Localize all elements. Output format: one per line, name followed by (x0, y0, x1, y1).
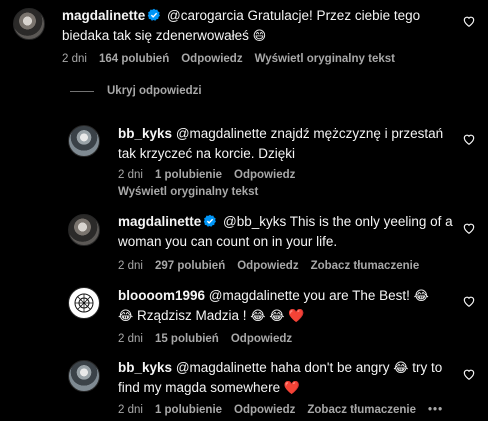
heart-outline-icon (463, 369, 475, 380)
likes-count[interactable]: 1 polubienie (155, 404, 222, 416)
translate-button[interactable]: Wyświetl oryginalny tekst (118, 186, 258, 198)
reply-button[interactable]: Odpowiedz (234, 169, 295, 181)
likes-count[interactable]: 15 polubień (155, 333, 219, 345)
timestamp: 2 dni (62, 53, 87, 65)
likes-count[interactable]: 164 polubień (99, 53, 169, 65)
comment-body: @magdalinette haha don't be angry (175, 360, 390, 375)
timestamp: 2 dni (118, 333, 143, 345)
laughing-emoji: 😂 (393, 360, 409, 375)
likes-count[interactable]: 1 polubienie (155, 169, 222, 181)
timestamp: 2 dni (118, 169, 143, 181)
translate-button[interactable]: Zobacz tłumaczenie (307, 404, 416, 416)
reply-button[interactable]: Odpowiedz (181, 53, 242, 65)
heart-outline-icon (463, 296, 475, 307)
hide-replies-button[interactable]: Ukryj odpowiedzi (107, 85, 202, 97)
translate-row: Wyświetl oryginalny tekst (118, 186, 270, 198)
avatar[interactable] (68, 287, 100, 319)
reply-button[interactable]: Odpowiedz (234, 404, 295, 416)
laughing-emoji: 😂 (118, 308, 134, 323)
like-button[interactable] (462, 14, 476, 28)
avatar[interactable] (68, 125, 100, 157)
heart-outline-icon (463, 223, 475, 234)
comment-meta: 2 dni 1 polubienie Odpowiedz Zobacz tłum… (118, 404, 455, 416)
laughing-emoji: 😂 (250, 308, 266, 323)
comment-meta: 2 dni 15 polubień Odpowiedz (118, 333, 304, 345)
smiling-emoji: 😄 (252, 28, 267, 43)
heart-outline-icon (463, 16, 475, 27)
username[interactable]: magdalinette (118, 214, 201, 229)
like-button[interactable] (462, 221, 476, 235)
likes-count[interactable]: 297 polubień (155, 260, 225, 272)
comment-body-2: Rządzisz Madzia ! (136, 308, 247, 323)
username[interactable]: magdalinette (62, 8, 145, 23)
translate-button[interactable]: Zobacz tłumaczenie (311, 260, 420, 272)
comment-body: @magdalinette you are The Best! (208, 288, 410, 303)
like-button[interactable] (462, 367, 476, 381)
comment-text: bloooom1996 @magdalinette you are The Be… (118, 286, 458, 326)
laughing-emoji: 😂 (269, 308, 285, 323)
reply-button[interactable]: Odpowiedz (237, 260, 298, 272)
avatar[interactable] (13, 8, 45, 40)
like-button[interactable] (462, 132, 476, 146)
mandala-logo-icon (74, 293, 94, 313)
laughing-emoji: 😂 (413, 288, 429, 303)
comment-text: magdalinette @carogarcia Gratulacje! Prz… (62, 6, 432, 46)
avatar[interactable] (68, 214, 100, 246)
red-heart-emoji: ❤️ (283, 380, 301, 395)
timestamp: 2 dni (118, 404, 143, 416)
red-heart-emoji: ❤️ (288, 308, 305, 323)
verified-badge-icon (204, 214, 217, 227)
timestamp: 2 dni (118, 260, 143, 272)
heart-outline-icon (463, 134, 475, 145)
divider (70, 91, 94, 92)
comment-text: bb_kyks @magdalinette znajdź mężczyznę i… (118, 124, 448, 164)
username[interactable]: bb_kyks (118, 126, 172, 141)
reply-button[interactable]: Odpowiedz (231, 333, 292, 345)
like-button[interactable] (462, 294, 476, 308)
comment-meta: 2 dni 297 polubień Odpowiedz Zobacz tłum… (118, 260, 431, 272)
comment-text: bb_kyks @magdalinette haha don't be angr… (118, 358, 458, 398)
username[interactable]: bloooom1996 (118, 288, 205, 303)
verified-badge-icon (148, 8, 161, 21)
avatar[interactable] (68, 360, 100, 392)
comment-meta: 2 dni 164 polubień Odpowiedz Wyświetl or… (62, 53, 407, 65)
username[interactable]: bb_kyks (118, 360, 172, 375)
more-options-button[interactable]: ••• (428, 404, 443, 416)
comment-text: magdalinette @bb_kyks This is the only y… (118, 212, 453, 252)
translate-button[interactable]: Wyświetl oryginalny tekst (255, 53, 395, 65)
comment-meta: 2 dni 1 polubienie Odpowiedz (118, 169, 307, 181)
